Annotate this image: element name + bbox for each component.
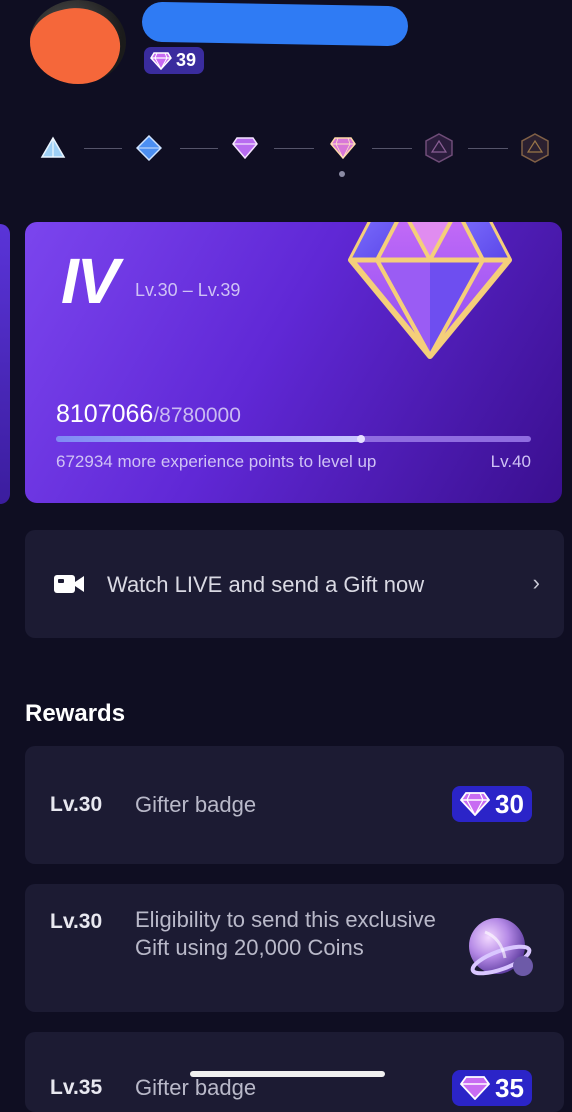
reward-row[interactable]: Lv.30 Eligibility to send this exclusive… xyxy=(25,884,564,1012)
tier-connector xyxy=(84,148,122,149)
reward-level: Lv.30 xyxy=(50,910,103,933)
tier-5-gem-icon[interactable] xyxy=(424,133,454,163)
current-level-badge: 39 xyxy=(144,47,205,74)
xp-current: 8107066 xyxy=(56,400,154,428)
username-redacted xyxy=(141,1,409,47)
tier-4-gem-icon[interactable] xyxy=(328,133,358,163)
level-number: 39 xyxy=(176,50,197,70)
reward-level: Lv.35 xyxy=(50,1076,103,1099)
reward-description: Gifter badge xyxy=(135,792,257,817)
diamond-icon xyxy=(460,1076,490,1100)
reward-row[interactable]: Lv.30 Gifter badge 30 xyxy=(25,746,564,864)
tier-connector xyxy=(274,148,314,149)
tier-level-range: Lv.30 – Lv.39 xyxy=(135,280,241,300)
badge-number: 35 xyxy=(495,1072,524,1103)
rewards-heading: Rewards xyxy=(25,700,126,727)
current-tier-indicator xyxy=(339,171,345,177)
profile-avatar[interactable] xyxy=(30,0,126,84)
level-progress-knob xyxy=(356,435,365,443)
large-diamond-icon xyxy=(348,222,512,359)
level-progress-bar xyxy=(56,435,531,443)
tier-roman-numeral: IV xyxy=(61,245,119,317)
remaining-xp-text: 672934 more experience points to level u… xyxy=(56,452,377,471)
level-progress-fill xyxy=(56,436,361,442)
reward-description: Eligibility to send this exclusive Gift … xyxy=(135,907,436,960)
gifter-badge: 30 xyxy=(452,786,532,822)
tier-1-gem-icon[interactable] xyxy=(38,133,68,163)
tier-3-gem-icon[interactable] xyxy=(230,133,260,163)
tier-6-gem-icon[interactable] xyxy=(520,133,550,163)
tier-2-gem-icon[interactable] xyxy=(134,133,164,163)
chevron-right-icon: › xyxy=(532,570,540,595)
experience-points: 8107066/8780000 xyxy=(56,400,241,429)
planet-gift-icon xyxy=(469,918,533,976)
home-indicator[interactable] xyxy=(190,1071,385,1077)
watch-live-label: Watch LIVE and send a Gift now xyxy=(107,572,425,597)
level-card: IV Lv.30 – Lv.39 8107066/8780000 672934 … xyxy=(25,222,562,503)
tier-connector xyxy=(180,148,218,149)
tier-progress-track xyxy=(38,133,552,167)
diamond-icon xyxy=(150,51,172,70)
reward-level: Lv.30 xyxy=(50,793,103,816)
xp-total: /8780000 xyxy=(153,404,241,427)
watch-live-button[interactable]: Watch LIVE and send a Gift now › xyxy=(25,530,564,638)
badge-number: 30 xyxy=(495,788,524,819)
gifter-badge: 35 xyxy=(452,1070,532,1106)
reward-description: Gifter badge xyxy=(135,1075,257,1100)
previous-tier-card[interactable] xyxy=(0,224,10,504)
video-camera-icon xyxy=(54,575,84,593)
diamond-icon xyxy=(460,792,490,816)
next-level-label: Lv.40 xyxy=(490,452,531,471)
tier-connector xyxy=(468,148,508,149)
tier-connector xyxy=(372,148,412,149)
